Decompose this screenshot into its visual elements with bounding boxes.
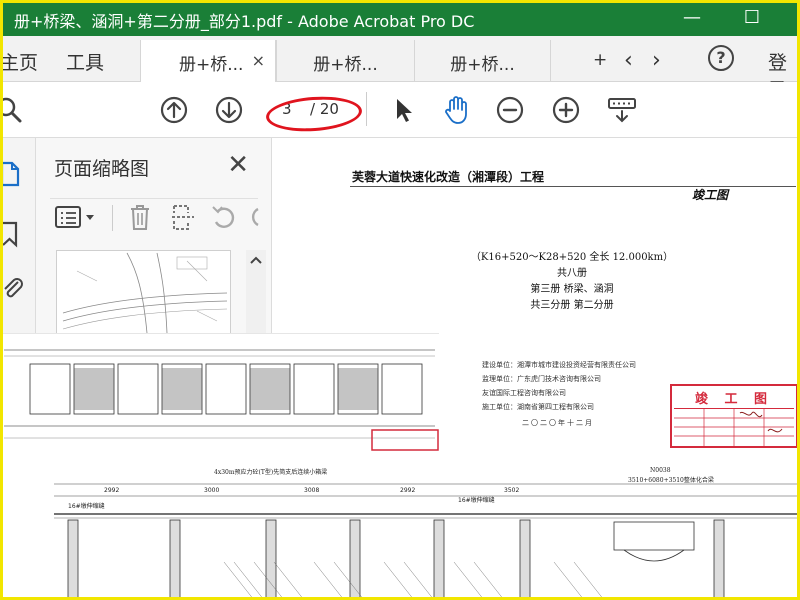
- date-line: 二〇二〇年十二月: [522, 419, 594, 427]
- tab-label: 册+桥...: [179, 55, 244, 75]
- zoom-in-icon[interactable]: [550, 94, 582, 126]
- keyboard-icon[interactable]: [606, 94, 638, 126]
- tab-label: 册+桥...: [450, 55, 515, 75]
- project-title: 芙蓉大道快速化改造（湘潭段）工程: [352, 170, 545, 184]
- right-dim-label: N0038: [650, 467, 671, 474]
- tab-prev-button[interactable]: ‹: [624, 48, 633, 73]
- window-title: 册+桥梁、涵洞+第二分册_部分1.pdf - Adobe Acrobat Pro…: [14, 12, 475, 31]
- elevation-drawing: 4x30m预应力砼(T型)先简支后连续小箱梁 N0038 3510+6080+3…: [54, 467, 800, 600]
- scroll-up-icon[interactable]: [246, 250, 266, 270]
- completion-stamp-title: 竣 工 图: [694, 392, 774, 407]
- document-tab[interactable]: 册+桥...: [276, 40, 414, 82]
- book-text: 第三册 桥梁、涵洞: [530, 284, 614, 295]
- search-icon[interactable]: [0, 94, 26, 126]
- station-range: （K16+520～K28+520 全长 12.000km）: [470, 252, 674, 263]
- toolbar-divider: [366, 92, 367, 126]
- attachment-icon[interactable]: [0, 274, 24, 302]
- volume-text: 共八册: [557, 268, 587, 279]
- page-up-icon[interactable]: [158, 94, 190, 126]
- right-title-label: 3510+6080+3510整体化合梁: [628, 476, 714, 484]
- document-tab[interactable]: +: [550, 40, 610, 82]
- tab-label: +: [593, 50, 608, 70]
- hand-icon[interactable]: [440, 94, 472, 126]
- delete-icon[interactable]: [128, 203, 152, 231]
- left-tag-label: 16#墩伸缩缝: [68, 502, 105, 510]
- extract-pages-icon[interactable]: [170, 203, 196, 231]
- home-tab[interactable]: 主页: [0, 48, 38, 75]
- dim-label: 3000: [204, 487, 219, 494]
- maximize-button[interactable]: ☐: [740, 6, 764, 30]
- dim-label: 2992: [400, 487, 415, 494]
- dim-label: 2992: [104, 487, 119, 494]
- options-menu-icon[interactable]: [54, 205, 98, 229]
- minimize-button[interactable]: —: [680, 6, 704, 30]
- as-built-label: 竣工图: [692, 188, 729, 202]
- drawing-strip-cross-section: [0, 333, 439, 451]
- unit-line: 友谊国际工程咨询有限公司: [482, 389, 566, 397]
- title-rule: [350, 186, 796, 187]
- unit-line: 建设单位：湘潭市城市建设投资经营有限责任公司: [482, 361, 636, 369]
- dim-label: 3008: [304, 487, 319, 494]
- panel-close-icon[interactable]: ✕: [227, 150, 249, 180]
- completion-stamp: 竣 工 图: [670, 384, 798, 448]
- rotate-right-icon[interactable]: [248, 203, 262, 231]
- page-thumbnails-icon[interactable]: [0, 160, 22, 188]
- pier-tag-label: 16#墩伸缩缝: [458, 496, 495, 504]
- panel-toolbar: [50, 198, 259, 234]
- parts-text: 共三分册 第二分册: [530, 300, 614, 311]
- dim-label: 3502: [504, 487, 519, 494]
- panel-divider: [112, 205, 113, 231]
- page-thumbnail[interactable]: [56, 250, 231, 335]
- panel-title: 页面缩略图: [54, 158, 150, 180]
- select-arrow-icon[interactable]: [388, 94, 420, 126]
- page-down-icon[interactable]: [213, 94, 245, 126]
- span-title-label: 4x30m预应力砼(T型)先简支后连续小箱梁: [214, 468, 327, 476]
- tab-label: 册+桥...: [313, 55, 378, 75]
- tools-tab[interactable]: 工具: [66, 48, 104, 75]
- unit-line: 监理单位：广东虎门技术咨询有限公司: [482, 375, 601, 383]
- thumbnail-drawing: [62, 252, 228, 334]
- document-tab[interactable]: 册+桥...: [414, 40, 550, 82]
- thumbnail-scrollbar[interactable]: [246, 250, 266, 335]
- bookmark-icon[interactable]: [0, 220, 22, 248]
- navigation-pane: [0, 138, 36, 333]
- title-bar: 册+桥梁、涵洞+第二分册_部分1.pdf - Adobe Acrobat Pro…: [0, 0, 800, 36]
- tab-bar: 主页 工具 册+桥... × 册+桥... 册+桥... + ‹ › ? 登录: [0, 36, 800, 101]
- unit-line: 施工单位：湖南省第四工程有限公司: [482, 403, 594, 411]
- stamp-grid: [674, 408, 794, 447]
- tab-next-button[interactable]: ›: [652, 48, 661, 73]
- document-tab-active[interactable]: 册+桥... ×: [140, 40, 276, 82]
- toolbar: 3 / 20: [0, 82, 800, 138]
- tab-close-icon[interactable]: ×: [252, 51, 265, 70]
- cross-section-drawing: [4, 349, 439, 451]
- drawing-strip-elevation: 4x30m预应力砼(T型)先简支后连续小箱梁 N0038 3510+6080+3…: [54, 462, 800, 600]
- rotate-icon[interactable]: [210, 203, 238, 231]
- help-icon[interactable]: ?: [708, 45, 734, 71]
- zoom-out-icon[interactable]: [494, 94, 526, 126]
